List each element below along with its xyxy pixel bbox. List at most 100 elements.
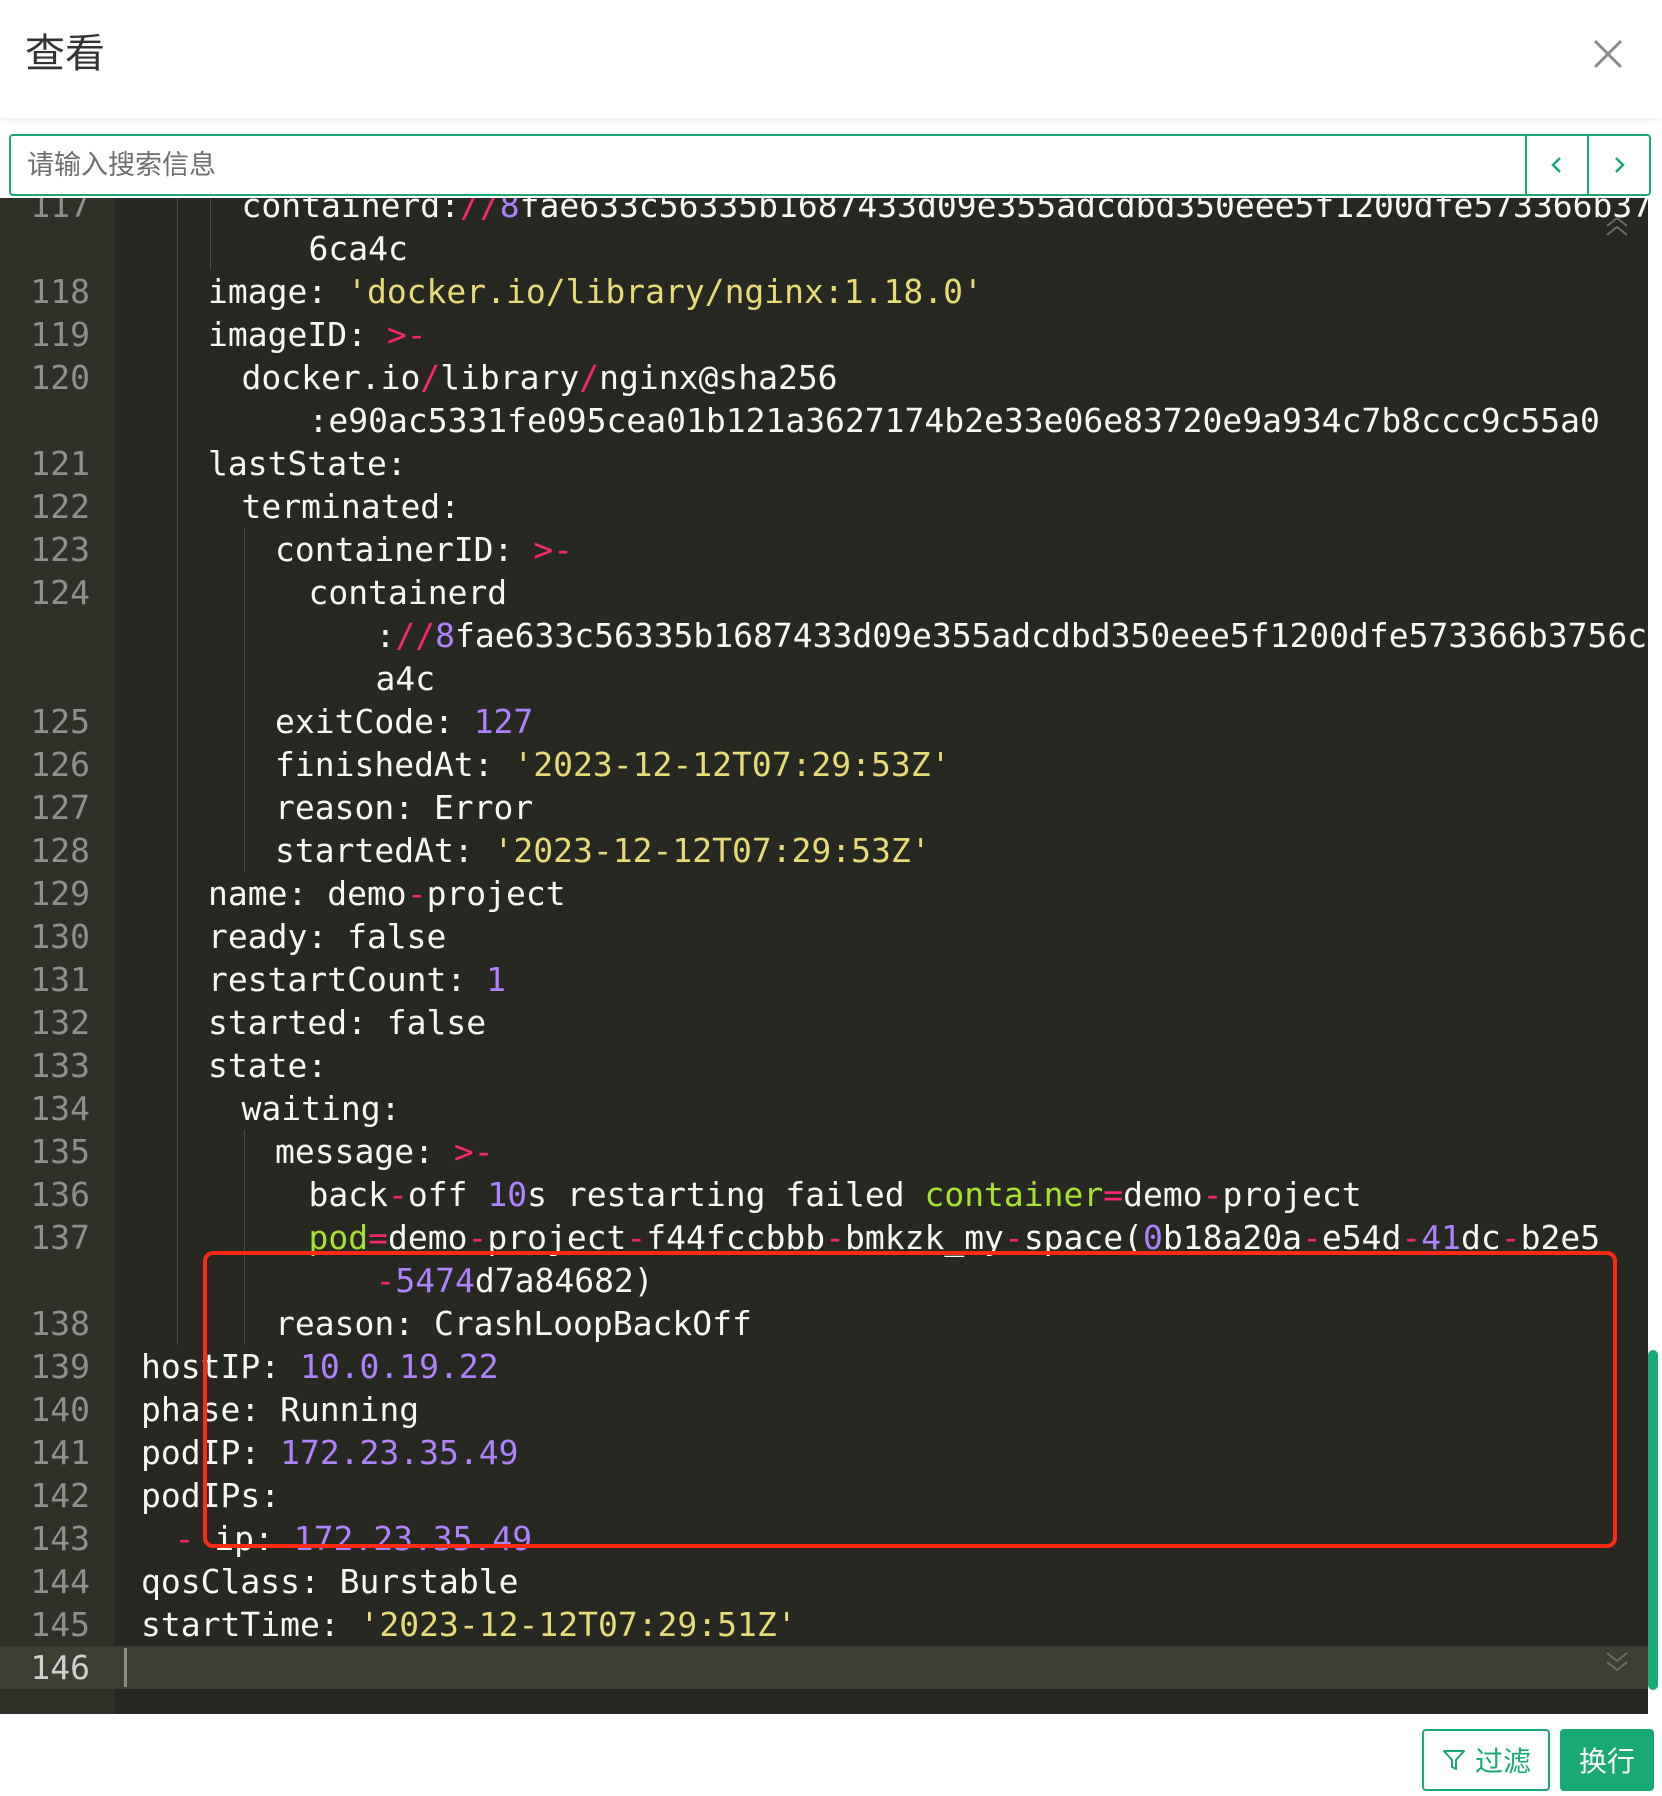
wrap-button[interactable]: 换行 <box>1560 1729 1654 1791</box>
code-text: pod=demo-project-f44fccbbb-bmkzk_my-spac… <box>309 1216 1601 1259</box>
code-token: 0 <box>1143 1218 1163 1257</box>
code-token: / <box>579 358 600 397</box>
indent-guide <box>176 1259 178 1302</box>
line-number: 142 <box>30 1476 90 1515</box>
code-token: 172.23.35.49 <box>293 1519 533 1558</box>
line-number: 122 <box>30 487 90 526</box>
code-token: >- <box>453 1132 494 1171</box>
code-token: :e90ac5331fe095cea01b121a3627174b2e33e06… <box>308 401 1600 440</box>
code-line-wrap: 6ca4c <box>0 227 1648 270</box>
code-token: '2023-12-12T07:29:51Z' <box>359 1605 797 1644</box>
code-token: bmkzk_my <box>844 1218 1004 1257</box>
code-line-139: 139 hostIP: 10.0.19.22 <box>0 1345 1648 1388</box>
search-input[interactable] <box>11 136 1525 194</box>
code-token: docker.io <box>241 358 421 397</box>
code-line-132: 132 started: false <box>0 1001 1648 1044</box>
indent-guide <box>176 1173 178 1216</box>
previous-match-button[interactable] <box>1525 136 1587 194</box>
line-number: 140 <box>30 1390 90 1429</box>
code-line-119: 119 imageID: >- <box>0 313 1648 356</box>
line-number: 119 <box>30 315 90 354</box>
scroll-to-bottom-icon[interactable] <box>1604 1648 1630 1678</box>
code-token: 10.0.19.22 <box>299 1347 499 1386</box>
code-text: back-off 10s restarting failed container… <box>309 1173 1362 1216</box>
indent-guide <box>176 657 178 700</box>
code-token: reason: Error <box>275 788 534 827</box>
dialog-title: 查看 <box>25 31 105 77</box>
indent-guide <box>176 399 178 442</box>
code-token: terminated: <box>241 487 461 526</box>
code-token: containerd: <box>241 198 461 225</box>
line-number: 124 <box>30 573 90 612</box>
line-number: 146 <box>0 1646 90 1689</box>
code-text: docker.io/library/nginx@sha256 <box>242 356 838 399</box>
code-token: b18a20a <box>1162 1218 1302 1257</box>
code-token: startTime: <box>141 1605 360 1644</box>
code-text: started: false <box>208 1001 486 1044</box>
code-token: e54d <box>1321 1218 1402 1257</box>
code-text: lastState: <box>208 442 407 485</box>
code-text: waiting: <box>242 1087 401 1130</box>
code-token: demo <box>1123 1175 1203 1214</box>
code-token: image: <box>208 272 348 311</box>
code-text: exitCode: 127 <box>275 700 533 743</box>
code-text: podIPs: <box>141 1474 280 1517</box>
code-token: = <box>368 1218 388 1257</box>
filter-button-label: 过滤 <box>1474 1745 1531 1778</box>
scrollbar-thumb[interactable] <box>1648 1350 1658 1690</box>
code-token: 8 <box>435 616 455 655</box>
code-text: containerID: >- <box>275 528 573 571</box>
filter-button[interactable]: 过滤 <box>1422 1729 1550 1791</box>
indent-guide <box>243 1259 245 1302</box>
code-text: startedAt: '2023-12-12T07:29:53Z' <box>275 829 931 872</box>
code-line-wrap: ://8fae633c56335b1687433d09e355adcdbd350… <box>0 614 1648 657</box>
code-token: - <box>1202 1175 1223 1214</box>
indent-guide <box>243 657 245 700</box>
code-token: ready: false <box>208 917 447 956</box>
code-token: >- <box>386 315 427 354</box>
code-line-134: 134 waiting: <box>0 1087 1648 1130</box>
indent-guide <box>243 1216 245 1259</box>
code-token: imageID: <box>208 315 387 354</box>
code-text: finishedAt: '2023-12-12T07:29:53Z' <box>275 743 951 786</box>
code-line-122: 122 terminated: <box>0 485 1648 528</box>
line-number: 141 <box>30 1433 90 1472</box>
indent-guide <box>176 915 178 958</box>
next-match-button[interactable] <box>1587 136 1649 194</box>
code-token: fae633c56335b1687433d09e355adcdbd350eee5… <box>455 616 1648 655</box>
code-token: '2023-12-12T07:29:53Z' <box>513 745 951 784</box>
code-token: ip: <box>214 1519 294 1558</box>
code-token: 10 <box>487 1175 528 1214</box>
line-number: 136 <box>30 1175 90 1214</box>
indent-guide <box>243 700 245 743</box>
code-token: 5474 <box>395 1261 475 1300</box>
indent-guide <box>243 786 245 829</box>
code-token: - <box>626 1218 647 1257</box>
code-token: - <box>174 1519 215 1558</box>
code-token: podIP: <box>141 1433 281 1472</box>
code-text: phase: Running <box>141 1388 419 1431</box>
code-line-137: 137 pod=demo-project-f44fccbbb-bmkzk_my-s… <box>0 1216 1648 1259</box>
code-token: finishedAt: <box>275 745 514 784</box>
code-text: terminated: <box>242 485 461 528</box>
code-token: phase: Running <box>141 1390 420 1429</box>
line-number: 133 <box>30 1046 90 1085</box>
indent-guide <box>176 614 178 657</box>
code-token: containerID: <box>275 530 534 569</box>
code-token: 172.23.35.49 <box>280 1433 519 1472</box>
close-icon[interactable] <box>1590 36 1626 72</box>
scroll-to-top-icon[interactable] <box>1604 214 1630 244</box>
code-text: ready: false <box>208 915 446 958</box>
code-token: space( <box>1023 1218 1144 1257</box>
code-token: b2e5 <box>1520 1218 1601 1257</box>
line-number: 143 <box>30 1519 90 1558</box>
line-number: 127 <box>30 788 90 827</box>
code-line-128: 128 startedAt: '2023-12-12T07:29:53Z' <box>0 829 1648 872</box>
indent-guide <box>176 227 178 270</box>
code-text: reason: CrashLoopBackOff <box>275 1302 752 1345</box>
code-token: d7a84682) <box>474 1261 654 1300</box>
code-token: fae633c56335b1687433d09e355adcdbd350eee5… <box>519 198 1648 225</box>
indent-guide <box>176 1302 178 1345</box>
code-editor[interactable]: 117 containerd://8fae633c56335b1687433d09… <box>0 198 1648 1714</box>
code-token: demo <box>387 1218 468 1257</box>
